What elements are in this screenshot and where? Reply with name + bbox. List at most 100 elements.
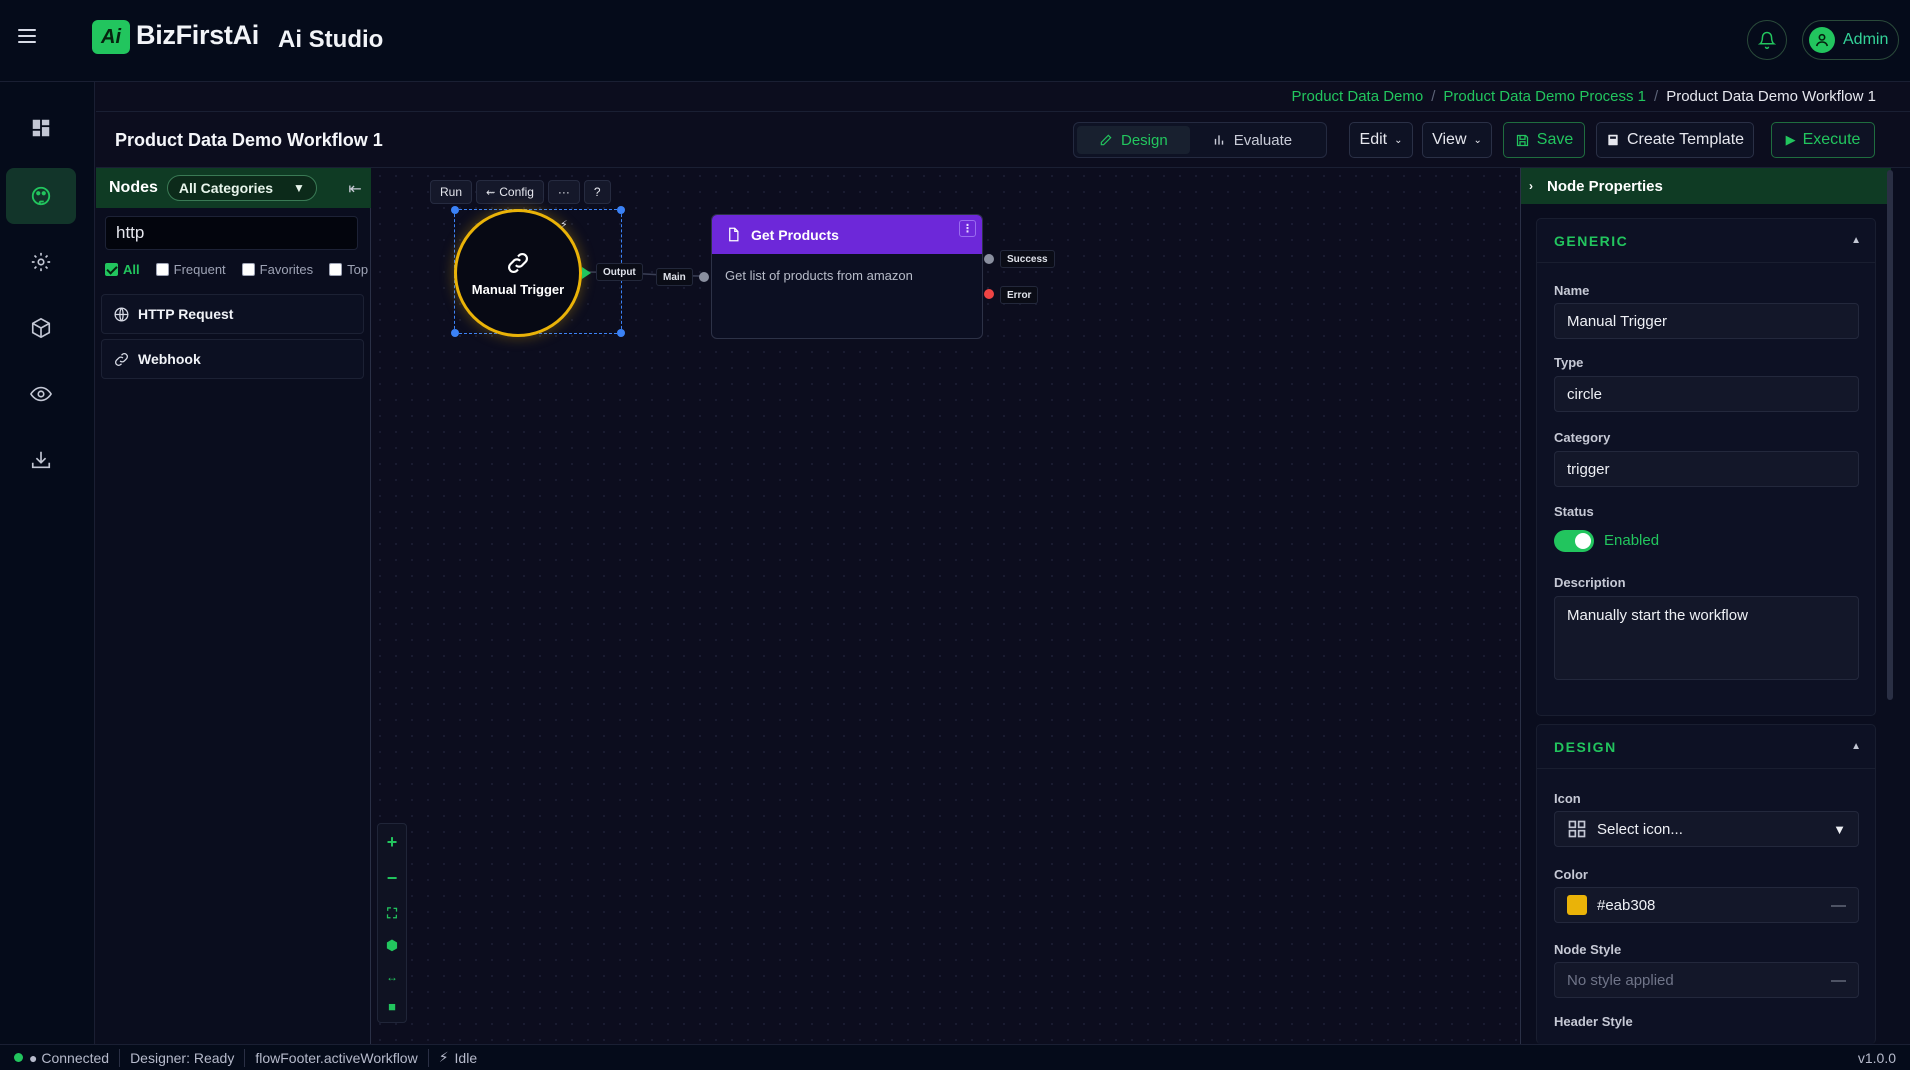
fit-view-icon[interactable]: ⛶ — [387, 905, 397, 922]
designer-status: Designer: Ready — [120, 1048, 246, 1067]
chevron-right-icon[interactable]: › — [1529, 179, 1533, 193]
checkbox[interactable] — [105, 263, 118, 276]
checkbox[interactable] — [241, 263, 255, 276]
auto-layout-icon[interactable]: ↔ — [386, 970, 398, 984]
nav-import[interactable] — [6, 432, 76, 488]
description-textarea[interactable]: Manually start the workflow — [1554, 596, 1859, 680]
nav-workflows[interactable] — [6, 168, 76, 224]
user-menu-button[interactable]: Admin — [1802, 20, 1899, 60]
config-node-button[interactable]: ⇜ Config — [476, 180, 544, 204]
design-section-header[interactable]: DESIGN ▲ — [1537, 725, 1875, 769]
app-name: Ai Studio — [278, 26, 384, 53]
color-value: #eab308 — [1597, 896, 1656, 914]
bolt-icon: ⚡ — [560, 219, 568, 231]
filter-frequent[interactable]: Frequent — [155, 262, 226, 277]
save-label: Save — [1536, 131, 1574, 148]
nav-dashboard[interactable] — [6, 100, 76, 156]
checkbox[interactable] — [329, 263, 343, 276]
color-swatch[interactable] — [1567, 895, 1587, 915]
node-header: Get Products ⋮ — [712, 215, 982, 254]
node-menu-icon[interactable]: ⋮ — [959, 220, 976, 237]
create-template-label: Create Template — [1626, 131, 1745, 148]
nav-monitor[interactable] — [6, 366, 76, 422]
execute-label: Execute — [1802, 131, 1861, 148]
view-menu-button[interactable]: View ⌄ — [1422, 122, 1492, 158]
color-label: Color — [1554, 867, 1588, 882]
input-port[interactable] — [699, 272, 709, 282]
page-title: Product Data Demo Workflow 1 — [115, 130, 383, 150]
status-value: Enabled — [1604, 532, 1660, 549]
view-label: View — [1432, 131, 1467, 148]
help-icon: ? — [593, 185, 601, 199]
type-value: circle — [1567, 385, 1603, 403]
icon-select[interactable]: Select icon... ▼ — [1554, 811, 1859, 847]
node-style-field[interactable]: No style applied — — [1554, 962, 1859, 998]
node-item-http-request[interactable]: HTTP Request — [101, 294, 364, 334]
error-port[interactable] — [984, 289, 994, 299]
resize-handle[interactable] — [617, 206, 625, 214]
resize-handle[interactable] — [617, 329, 625, 337]
top-header: Ai BizFirstAi Ai Studio Admin — [0, 0, 1910, 82]
palette-icon — [31, 186, 51, 206]
category-value: All Categories — [178, 180, 274, 196]
status-toggle[interactable] — [1554, 530, 1594, 552]
category-label: Category — [1554, 430, 1611, 445]
clear-icon[interactable]: — — [1831, 972, 1846, 989]
dropdown-caret-icon: ▼ — [1833, 821, 1846, 837]
workflow-toolbar: Product Data Demo Workflow 1 Design Eval… — [96, 112, 1910, 168]
category-field[interactable]: trigger — [1554, 451, 1859, 487]
get-products-node[interactable]: Get Products ⋮ Get list of products from… — [711, 214, 983, 339]
lock-icon[interactable]: ■ — [388, 999, 396, 1014]
tab-design[interactable]: Design — [1077, 126, 1190, 154]
success-port[interactable] — [984, 254, 994, 264]
nav-packages[interactable] — [6, 300, 76, 356]
help-button[interactable]: ? — [583, 180, 611, 204]
filter-all[interactable]: All — [105, 262, 140, 277]
description-label: Description — [1554, 575, 1626, 590]
name-field[interactable]: Manual Trigger — [1554, 303, 1859, 339]
run-node-button[interactable]: Run — [430, 180, 473, 204]
output-port[interactable] — [582, 267, 591, 279]
zoom-out-icon[interactable]: − — [387, 868, 398, 889]
category-value: trigger — [1567, 460, 1610, 478]
generic-section-header[interactable]: GENERIC ▲ — [1537, 219, 1875, 263]
breadcrumb-link[interactable]: Product Data Demo Process 1 — [1443, 88, 1646, 105]
filter-all-label: All — [123, 262, 140, 277]
create-template-button[interactable]: Create Template — [1596, 122, 1754, 158]
status-label: Status — [1554, 504, 1594, 519]
dashboard-icon — [32, 119, 50, 137]
execute-button[interactable]: ▶ Execute — [1771, 122, 1875, 158]
tab-evaluate[interactable]: Evaluate — [1190, 126, 1314, 154]
error-port-label: Error — [1000, 286, 1039, 304]
node-item-webhook[interactable]: Webhook — [101, 339, 364, 379]
nav-settings[interactable] — [6, 234, 76, 290]
filter-top[interactable]: Top — [329, 262, 368, 277]
filter-top-label: Top — [347, 262, 369, 277]
zoom-in-icon[interactable]: + — [387, 832, 398, 853]
clear-icon[interactable]: — — [1831, 897, 1846, 914]
menu-icon[interactable] — [16, 26, 38, 46]
canvas-controls: + − ⛶ ⬢ ↔ ■ — [377, 823, 407, 1023]
save-button[interactable]: Save — [1503, 122, 1585, 158]
color-field[interactable]: #eab308 — — [1554, 887, 1859, 923]
nodes-title: Nodes — [109, 179, 158, 196]
breadcrumb-link[interactable]: Product Data Demo — [1292, 88, 1424, 105]
type-field[interactable]: circle — [1554, 376, 1859, 412]
notifications-button[interactable] — [1747, 20, 1787, 60]
scrollbar[interactable] — [1887, 170, 1893, 700]
edit-menu-button[interactable]: Edit ⌄ — [1349, 122, 1413, 158]
more-options-button[interactable]: ··· — [547, 180, 580, 204]
checkbox[interactable] — [155, 263, 169, 276]
link-icon — [115, 352, 128, 366]
resize-handle[interactable] — [451, 329, 459, 337]
collapse-caret-icon[interactable]: ▲ — [1851, 741, 1861, 752]
node-search-input[interactable] — [105, 216, 358, 250]
collapse-caret-icon[interactable]: ▲ — [1851, 235, 1861, 246]
category-select[interactable]: All Categories ▼ — [166, 175, 317, 201]
filter-favorites[interactable]: Favorites — [241, 262, 314, 277]
resize-handle[interactable] — [451, 206, 459, 214]
designer-text: Designer: Ready — [130, 1049, 235, 1066]
filter-favorites-label: Favorites — [259, 262, 314, 277]
minimap-icon[interactable]: ⬢ — [386, 937, 398, 954]
collapse-panel-button[interactable]: ⇤ — [346, 180, 364, 198]
